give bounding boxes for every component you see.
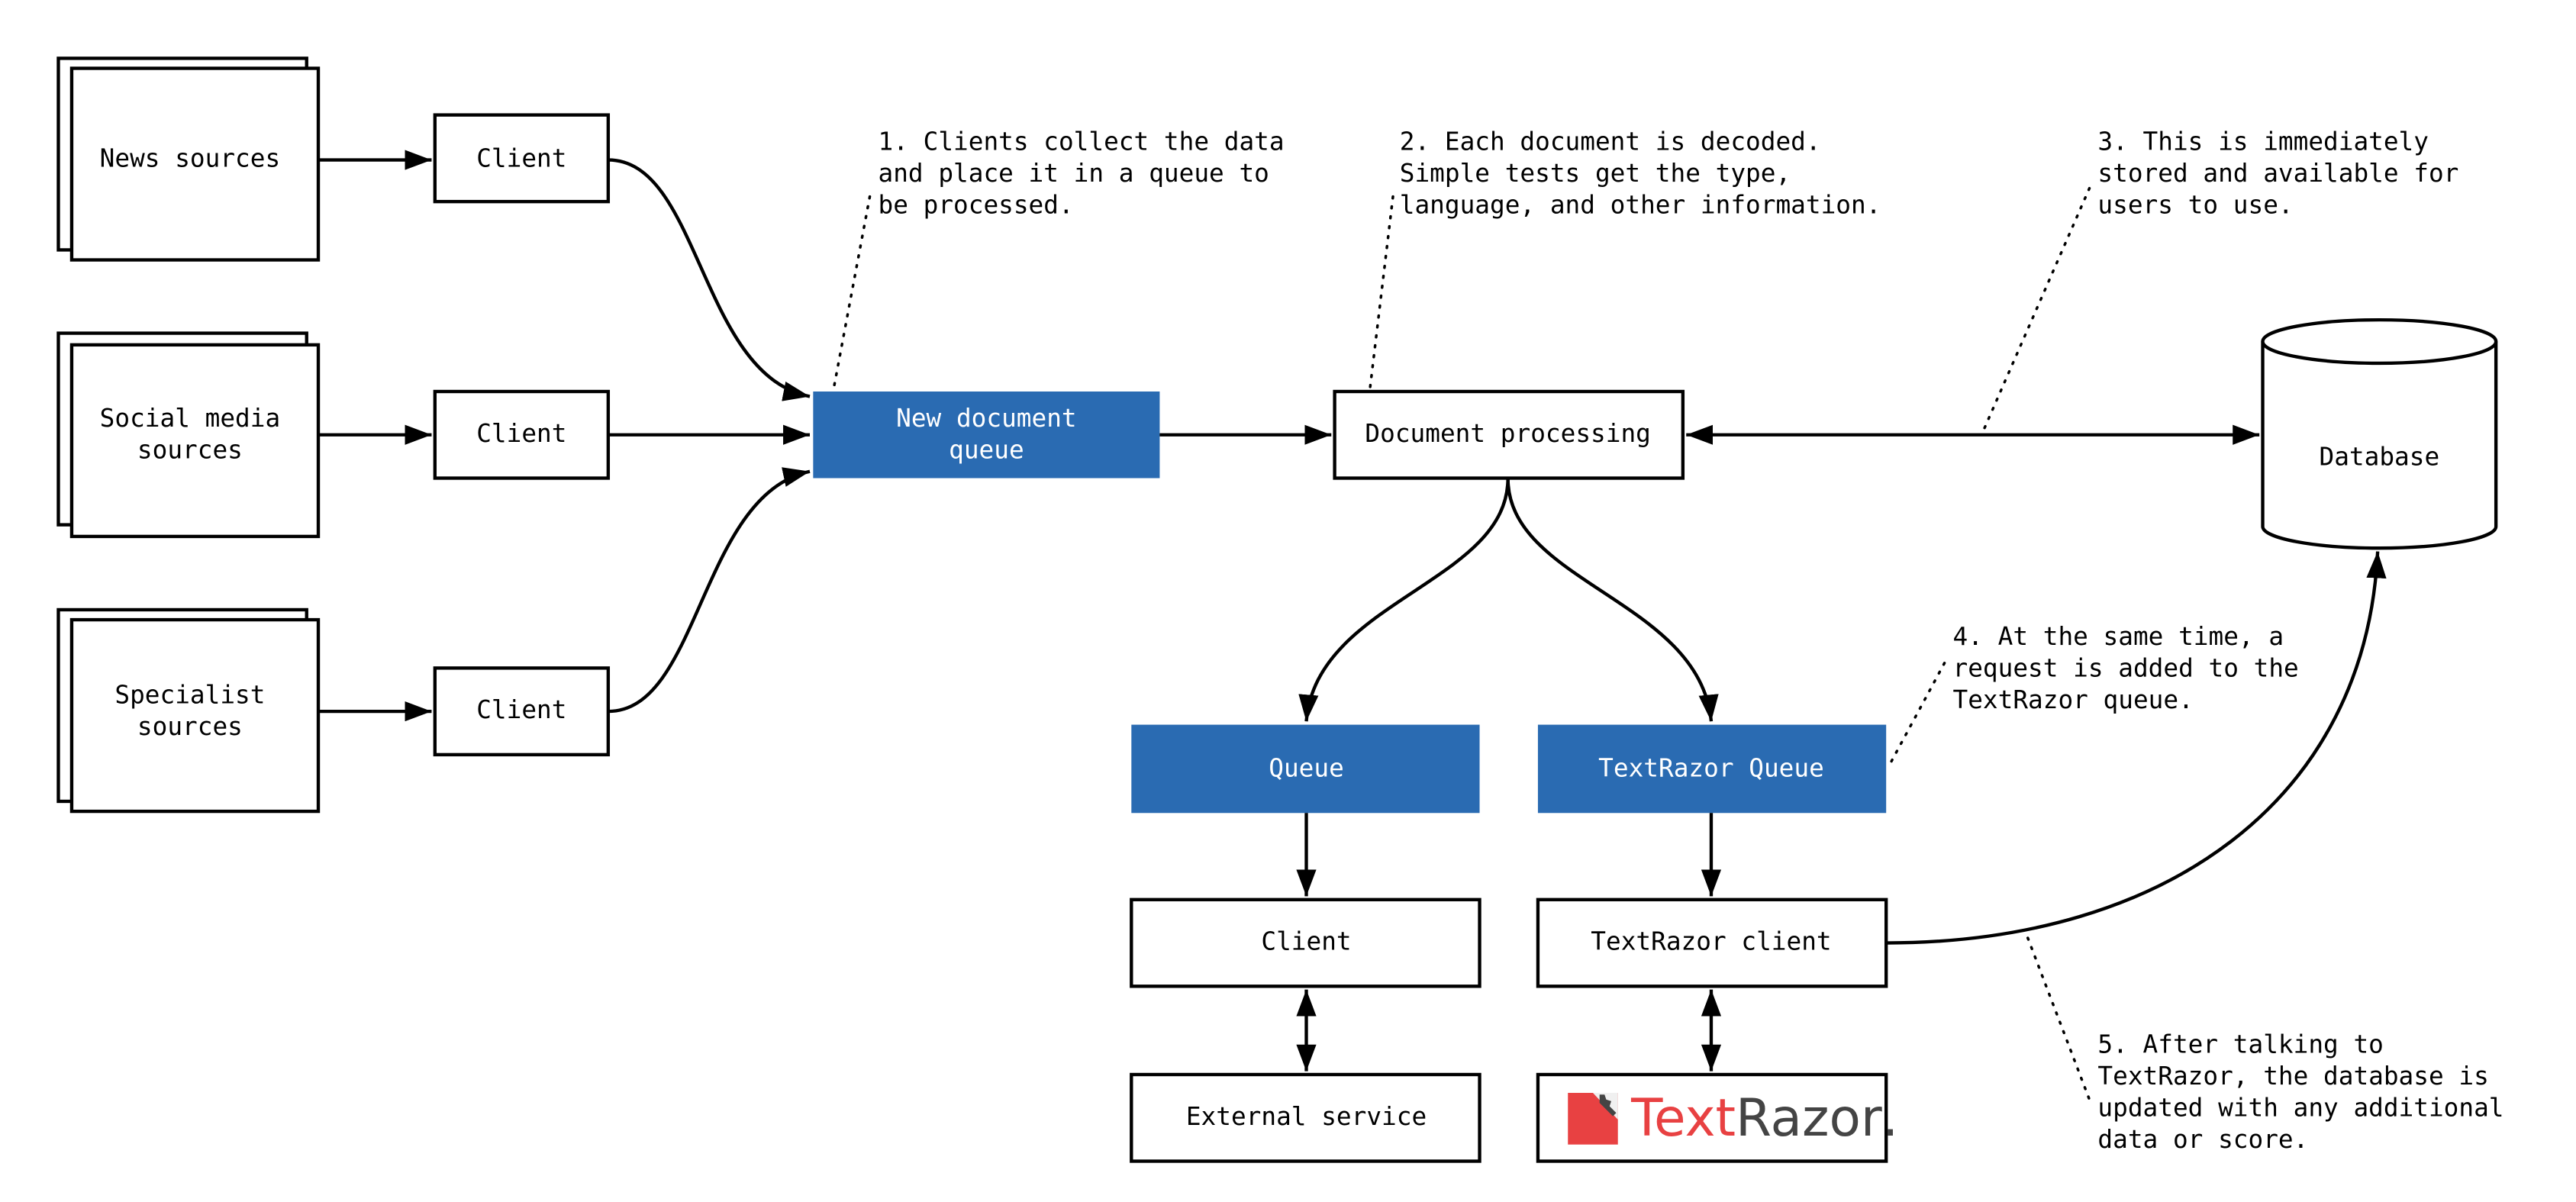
source-social-label-1: Social media — [100, 404, 281, 433]
note-5-leader — [2026, 936, 2091, 1101]
textrazor-client-label: TextRazor client — [1591, 927, 1831, 956]
source-specialist-label-1: Specialist — [114, 680, 265, 709]
edge-client3-to-queue — [608, 467, 811, 714]
source-social-label-2: sources — [137, 436, 243, 465]
note-3-line: 3. This is immediately — [2097, 127, 2429, 156]
note-1-line: 1. Clients collect the data — [878, 127, 1284, 156]
source-specialist: Specialist sources — [56, 607, 321, 814]
queue: Queue — [1131, 724, 1480, 814]
new-document-queue: New document queue — [813, 391, 1160, 479]
note-1: 1. Clients collect the data and place it… — [831, 127, 1285, 393]
client-news: Client — [433, 113, 611, 204]
client-label: Client — [476, 419, 566, 448]
note-5-line: TextRazor, the database is — [2097, 1062, 2488, 1091]
edge-textrazor-client-to-database — [1886, 551, 2387, 945]
note-2-line: 2. Each document is decoded. — [1400, 127, 1821, 156]
document-processing-label: Document processing — [1365, 419, 1650, 448]
textrazor-client: TextRazor client — [1536, 897, 1888, 988]
note-1-line: and place it in a queue to — [878, 159, 1269, 188]
textrazor-logo-text: TextRazor. — [1630, 1088, 1898, 1148]
note-4-leader — [1886, 662, 1946, 770]
source-news-label: News sources — [100, 144, 281, 173]
document-processing: Document processing — [1333, 389, 1685, 480]
note-3-leader — [1983, 186, 2091, 430]
note-5: 5. After talking to TextRazor, the datab… — [2026, 936, 2504, 1154]
note-2-leader — [1368, 195, 1394, 393]
note-4-line: request is added to the — [1952, 653, 2298, 682]
new-queue-label-2: queue — [949, 436, 1024, 465]
note-5-line: 5. After talking to — [2097, 1030, 2383, 1059]
note-4-line: TextRazor queue. — [1952, 685, 2193, 714]
note-3-line: users to use. — [2097, 190, 2293, 219]
client-label: Client — [476, 695, 566, 724]
textrazor-queue: TextRazor Queue — [1537, 724, 1887, 814]
external-service: External service — [1130, 1072, 1481, 1163]
textrazor-queue-label: TextRazor Queue — [1598, 754, 1824, 783]
note-4: 4. At the same time, a request is added … — [1886, 622, 2299, 770]
architecture-diagram: News sources Social media sources Specia… — [56, 56, 2504, 1163]
source-specialist-label-2: sources — [137, 712, 243, 741]
note-2: 2. Each document is decoded. Simple test… — [1368, 127, 1881, 393]
edge-processing-to-textrazor-queue — [1506, 478, 1719, 722]
note-4-line: 4. At the same time, a — [1952, 622, 2284, 651]
note-1-leader — [831, 195, 872, 393]
external-service-label: External service — [1186, 1102, 1427, 1131]
client-bottom-label: Client — [1261, 927, 1351, 956]
edge-processing-to-queue — [1298, 478, 1510, 722]
textrazor-logo-box: TextRazor. — [1536, 1072, 1898, 1163]
database: Database — [2261, 317, 2498, 550]
client-bottom: Client — [1130, 897, 1481, 988]
client-specialist: Client — [433, 666, 611, 757]
source-social-media: Social media sources — [56, 331, 321, 539]
new-queue-label-1: New document — [896, 404, 1077, 433]
note-1-line: be processed. — [878, 190, 1073, 219]
note-3-line: stored and available for — [2097, 159, 2458, 188]
note-5-line: data or score. — [2097, 1125, 2308, 1154]
note-2-line: Simple tests get the type, — [1400, 159, 1791, 188]
queue-label: Queue — [1269, 754, 1344, 783]
database-label: Database — [2319, 442, 2439, 471]
textrazor-logo-icon — [1568, 1093, 1618, 1145]
note-5-line: updated with any additional — [2097, 1094, 2503, 1123]
note-2-line: language, and other information. — [1400, 190, 1881, 219]
client-social: Client — [433, 389, 611, 480]
source-news: News sources — [56, 56, 321, 262]
edge-client1-to-queue — [608, 158, 811, 401]
client-label: Client — [476, 144, 566, 173]
